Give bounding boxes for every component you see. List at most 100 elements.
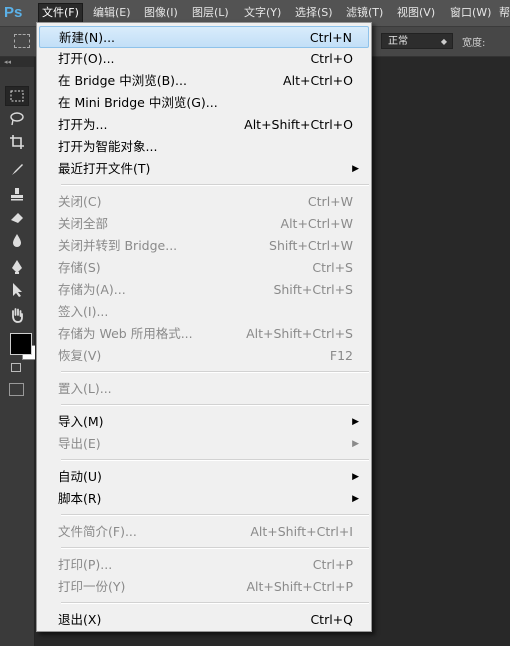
file-menu-item[interactable]: 在 Bridge 中浏览(B)... Alt+Ctrl+O (39, 70, 369, 92)
menu-item-label: 恢复(V) (58, 348, 102, 363)
pen-icon[interactable] (5, 257, 29, 277)
hand-icon[interactable] (5, 305, 29, 325)
menu-layer[interactable]: 图层(L) (189, 4, 232, 22)
menu-item-label: 打印(P)... (58, 557, 113, 572)
menu-item-shortcut: Alt+Ctrl+W (280, 216, 353, 231)
menu-item-label: 存储为(A)... (58, 282, 126, 297)
menu-item-label: 新建(N)... (59, 30, 116, 45)
submenu-arrow-icon: ▶ (352, 472, 359, 482)
menu-item-label: 退出(X) (58, 612, 102, 627)
menu-item-shortcut: Alt+Ctrl+O (283, 73, 353, 88)
menu-select[interactable]: 选择(S) (292, 4, 336, 22)
file-menu-item[interactable]: 打开为智能对象... (39, 136, 369, 158)
menu-item-shortcut: Ctrl+N (309, 30, 352, 45)
menu-item-shortcut: Ctrl+O (310, 51, 353, 66)
menu-separator (61, 404, 369, 406)
photoshop-logo: Ps (4, 4, 23, 21)
submenu-arrow-icon: ▶ (352, 164, 359, 174)
menu-item-shortcut: Alt+Shift+Ctrl+P (246, 579, 353, 594)
path-select-icon[interactable] (5, 280, 29, 300)
file-menu-item: 恢复(V) F12 (39, 345, 369, 367)
mode-select[interactable]: 正常 ◆ (381, 33, 453, 49)
file-menu-item[interactable]: 新建(N)... Ctrl+N (39, 26, 369, 48)
menu-item-label: 在 Mini Bridge 中浏览(G)... (58, 95, 218, 110)
select-arrow-icon: ◆ (440, 37, 447, 46)
menu-view[interactable]: 视图(V) (394, 4, 438, 22)
menu-separator (61, 371, 369, 373)
file-menu-item[interactable]: 最近打开文件(T) ▶ (39, 158, 369, 180)
lasso-icon[interactable] (5, 109, 29, 129)
file-menu-item: 存储为 Web 所用格式... Alt+Shift+Ctrl+S (39, 323, 369, 345)
menu-item-shortcut: Ctrl+Q (310, 612, 353, 627)
eraser-icon[interactable] (5, 207, 29, 227)
menu-separator (61, 602, 369, 604)
menu-item-shortcut: Shift+Ctrl+S (273, 282, 353, 297)
tools-panel: ◂◂ (0, 57, 37, 646)
menu-image[interactable]: 图像(I) (141, 4, 181, 22)
menu-item-label: 关闭并转到 Bridge... (58, 238, 178, 253)
menu-separator (61, 514, 369, 516)
file-menu-item[interactable]: 打开(O)... Ctrl+O (39, 48, 369, 70)
menu-item-label: 导出(E) (58, 436, 101, 451)
marquee-icon[interactable] (5, 86, 29, 106)
blur-icon[interactable] (5, 230, 29, 250)
menu-separator (61, 184, 369, 186)
menu-item-label: 签入(I)... (58, 304, 109, 319)
brush-icon[interactable] (5, 159, 29, 179)
menu-item-label: 文件简介(F)... (58, 524, 137, 539)
menu-separator (61, 459, 369, 461)
menu-item-label: 最近打开文件(T) (58, 161, 151, 176)
menu-item-label: 关闭(C) (58, 194, 102, 209)
file-menu-item[interactable]: 脚本(R) ▶ (39, 488, 369, 510)
menu-item-shortcut: Ctrl+W (307, 194, 353, 209)
file-menu-item[interactable]: 在 Mini Bridge 中浏览(G)... (39, 92, 369, 114)
file-menu-item: 关闭并转到 Bridge... Shift+Ctrl+W (39, 235, 369, 257)
menu-item-shortcut: F12 (329, 348, 353, 363)
marquee-preset-icon[interactable] (14, 34, 30, 48)
menu-item-shortcut: Alt+Shift+Ctrl+O (244, 117, 353, 132)
submenu-arrow-icon: ▶ (352, 439, 359, 449)
file-menu-item: 置入(L)... (39, 378, 369, 400)
crop-icon[interactable] (5, 132, 29, 152)
menu-item-label: 存储(S) (58, 260, 101, 275)
menu-item-label: 打开为智能对象... (58, 139, 158, 154)
menu-item-shortcut: Shift+Ctrl+W (269, 238, 353, 253)
menu-help[interactable]: 帮 (496, 4, 510, 22)
file-menu-item[interactable]: 导入(M) ▶ (39, 411, 369, 433)
menu-item-label: 关闭全部 (58, 216, 109, 231)
menu-item-shortcut: Alt+Shift+Ctrl+S (246, 326, 353, 341)
menu-item-shortcut: Alt+Shift+Ctrl+I (250, 524, 353, 539)
file-menu-dropdown: 新建(N)... Ctrl+N 打开(O)... Ctrl+O 在 Bridge 中浏览… (36, 22, 372, 632)
stamp-icon[interactable] (5, 184, 29, 204)
submenu-arrow-icon: ▶ (352, 494, 359, 504)
file-menu-item: 关闭(C) Ctrl+W (39, 191, 369, 213)
menu-item-label: 在 Bridge 中浏览(B)... (58, 73, 187, 88)
file-menu-item: 打印(P)... Ctrl+P (39, 554, 369, 576)
mode-select-value: 正常 (388, 36, 408, 47)
menu-filter[interactable]: 滤镜(T) (343, 4, 386, 22)
menu-item-label: 打开(O)... (58, 51, 115, 66)
file-menu-item: 导出(E) ▶ (39, 433, 369, 455)
default-colors-icon[interactable] (11, 363, 21, 372)
file-menu-item[interactable]: 自动(U) ▶ (39, 466, 369, 488)
file-menu-item: 文件简介(F)... Alt+Shift+Ctrl+I (39, 521, 369, 543)
file-menu-item: 存储为(A)... Shift+Ctrl+S (39, 279, 369, 301)
tools-collapse-button[interactable]: ◂◂ (0, 57, 34, 67)
quick-mask-icon[interactable] (9, 383, 24, 396)
menu-item-label: 导入(M) (58, 414, 104, 429)
file-menu-item: 签入(I)... (39, 301, 369, 323)
menu-file[interactable]: 文件(F) (38, 3, 83, 23)
menu-item-label: 打开为... (58, 117, 108, 132)
width-label: 宽度: (462, 38, 486, 49)
menu-type[interactable]: 文字(Y) (241, 4, 284, 22)
menu-edit[interactable]: 编辑(E) (90, 4, 134, 22)
foreground-color-swatch[interactable] (10, 333, 32, 355)
menu-item-label: 打印一份(Y) (58, 579, 126, 594)
file-menu-item: 存储(S) Ctrl+S (39, 257, 369, 279)
menu-window[interactable]: 窗口(W) (447, 4, 494, 22)
file-menu-item[interactable]: 打开为... Alt+Shift+Ctrl+O (39, 114, 369, 136)
menu-separator (61, 547, 369, 549)
menu-item-shortcut: Ctrl+S (312, 260, 353, 275)
menu-item-label: 存储为 Web 所用格式... (58, 326, 193, 341)
file-menu-item[interactable]: 退出(X) Ctrl+Q (39, 609, 369, 631)
